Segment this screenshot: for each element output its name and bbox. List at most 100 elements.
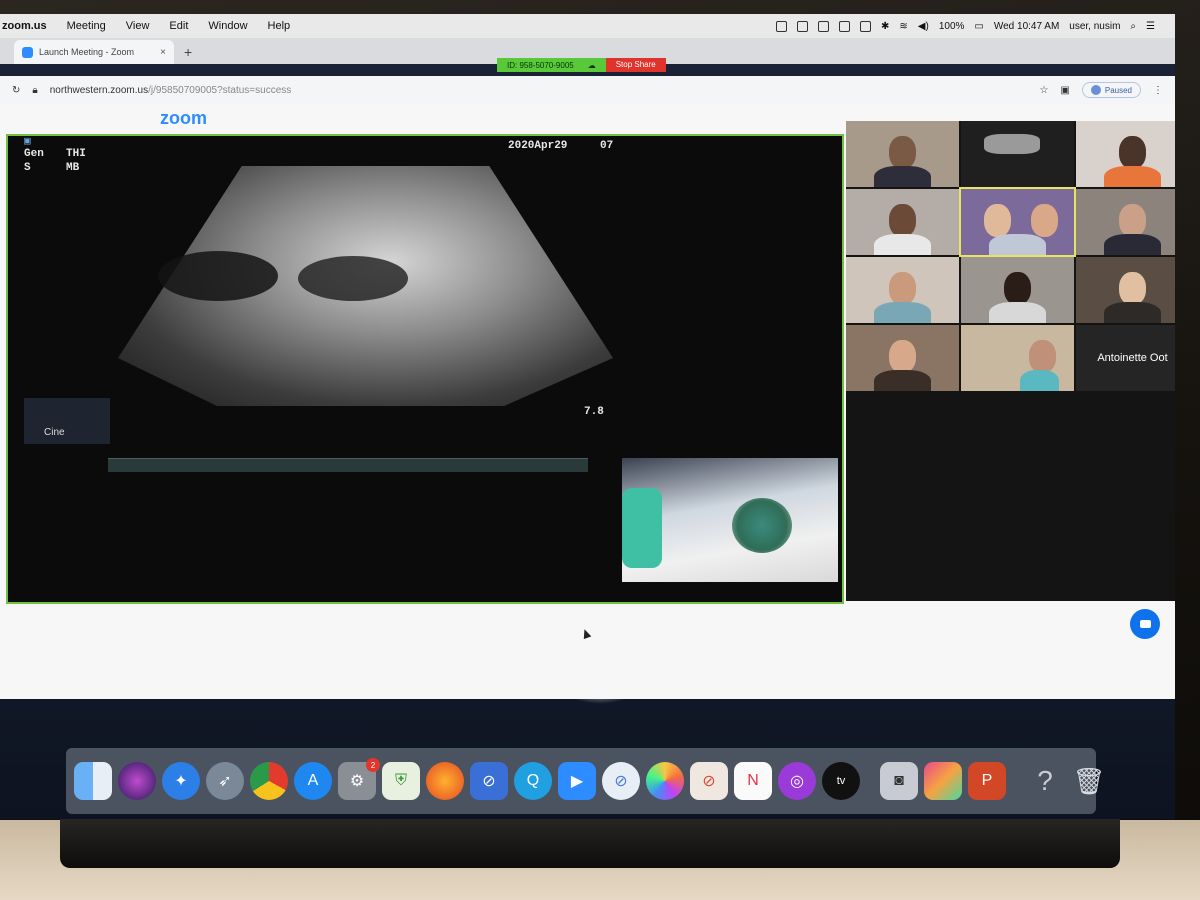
ultrasound-s-label: S bbox=[24, 162, 31, 174]
participant-tile[interactable] bbox=[846, 325, 959, 391]
battery-percent[interactable]: 100% bbox=[939, 21, 965, 32]
participant-body bbox=[1104, 165, 1161, 187]
disabled-app-icon[interactable]: ⊘ bbox=[690, 762, 728, 800]
participant-face bbox=[1118, 135, 1147, 169]
participant-face bbox=[1118, 203, 1147, 237]
url-field[interactable]: northwestern.zoom.us/j/95850709005?statu… bbox=[50, 85, 1028, 96]
quicktime-icon[interactable]: Q bbox=[514, 762, 552, 800]
app-store-icon[interactable]: A bbox=[294, 762, 332, 800]
airplay-icon[interactable] bbox=[860, 20, 872, 32]
shield-tray-icon[interactable] bbox=[797, 20, 809, 32]
participant-tile[interactable] bbox=[1076, 257, 1175, 323]
browser-menu-icon[interactable]: ⋮ bbox=[1153, 85, 1163, 96]
menu-meeting[interactable]: Meeting bbox=[57, 20, 116, 32]
participant-tile-shared-preview[interactable] bbox=[961, 121, 1074, 187]
ultrasound-time: 07 bbox=[600, 140, 614, 152]
menu-help[interactable]: Help bbox=[258, 20, 301, 32]
firefox-icon[interactable] bbox=[426, 762, 464, 800]
safari-icon[interactable]: ✦ bbox=[162, 762, 200, 800]
powerpoint-icon[interactable]: P bbox=[968, 762, 1006, 800]
ultrasound-thi-label: THI bbox=[66, 148, 86, 160]
meeting-id-text: ID: 958-5070-9005 bbox=[507, 60, 574, 70]
volume-icon[interactable]: ◀) bbox=[918, 21, 929, 32]
extension-icon[interactable]: ▣ bbox=[1060, 85, 1069, 96]
zoom-icon[interactable]: ▶ bbox=[558, 762, 596, 800]
menu-edit[interactable]: Edit bbox=[159, 20, 198, 32]
time-machine-icon[interactable] bbox=[839, 20, 851, 32]
zoom-tray-icon[interactable] bbox=[776, 20, 788, 32]
photos-icon[interactable] bbox=[646, 762, 684, 800]
chrome-icon[interactable] bbox=[250, 762, 288, 800]
finder-icon[interactable] bbox=[74, 762, 112, 800]
bluetooth-icon[interactable]: ✱ bbox=[881, 21, 889, 32]
participant-face bbox=[1031, 203, 1059, 237]
podcasts-icon[interactable]: ◎ bbox=[778, 762, 816, 800]
video-app-icon[interactable]: ⊘ bbox=[470, 762, 508, 800]
participant-tile[interactable] bbox=[961, 257, 1074, 323]
url-path: /j/95850709005?status=success bbox=[148, 84, 292, 96]
participant-body bbox=[1104, 233, 1161, 255]
screens-tray-icon[interactable] bbox=[818, 20, 830, 32]
ultrasound-depth: 7.8 bbox=[584, 406, 604, 418]
launchpad-icon[interactable]: ➶ bbox=[206, 762, 244, 800]
cine-label: Cine bbox=[44, 427, 65, 438]
participant-tile-active-speaker[interactable] bbox=[959, 187, 1076, 257]
new-tab-button[interactable]: + bbox=[174, 44, 202, 64]
participant-face bbox=[888, 203, 917, 237]
participant-body bbox=[874, 301, 931, 323]
screen: zoom.us Meeting View Edit Window Help ✱ … bbox=[0, 14, 1175, 819]
screenshot-app-icon[interactable]: ◙ bbox=[880, 762, 918, 800]
menu-view[interactable]: View bbox=[116, 20, 160, 32]
chat-button[interactable] bbox=[1130, 609, 1160, 639]
gloved-hand bbox=[622, 488, 662, 568]
participant-face bbox=[1028, 339, 1056, 373]
bookmark-star-icon[interactable]: ☆ bbox=[1039, 85, 1048, 96]
shield-app-icon[interactable]: ⛨ bbox=[382, 762, 420, 800]
participant-face bbox=[983, 203, 1011, 237]
participant-face bbox=[888, 135, 917, 169]
participant-tile-name-only[interactable]: Antoinette Oot bbox=[1076, 325, 1175, 391]
battery-icon: ▭ bbox=[974, 20, 984, 32]
notification-center-icon[interactable]: ☰ bbox=[1146, 21, 1155, 32]
trash-icon[interactable]: 🗑︎ bbox=[1070, 762, 1108, 800]
tab-launch-meeting[interactable]: Launch Meeting - Zoom × bbox=[14, 40, 174, 64]
tab-close-icon[interactable]: × bbox=[160, 47, 166, 58]
help-question-icon[interactable]: ? bbox=[1026, 762, 1064, 800]
spotlight-search-icon[interactable]: ⌕ bbox=[1130, 21, 1136, 32]
participant-tile[interactable] bbox=[846, 121, 959, 187]
lock-icon[interactable]: 🔒︎ bbox=[32, 85, 37, 96]
dock: ✦ ➶ A ⚙ 2 ⛨ ⊘ Q ▶ ⊘ ⊘ N ◎ tv ◙ P ? 🗑︎ bbox=[66, 748, 1106, 814]
apple-tv-icon[interactable]: tv bbox=[822, 762, 860, 800]
menu-window[interactable]: Window bbox=[198, 20, 257, 32]
participant-tile[interactable] bbox=[961, 325, 1074, 391]
participant-body bbox=[874, 233, 931, 255]
clock[interactable]: Wed 10:47 AM bbox=[994, 21, 1059, 32]
profile-paused-button[interactable]: Paused bbox=[1081, 82, 1141, 98]
ultrasound-gen-label: Gen bbox=[24, 148, 44, 160]
participant-tile[interactable] bbox=[846, 257, 959, 323]
app-menu-name[interactable]: zoom.us bbox=[0, 20, 57, 32]
ultrasound-logo-icon: ▣ bbox=[24, 136, 31, 148]
disabled-app-icon[interactable]: ⊘ bbox=[602, 762, 640, 800]
reload-icon[interactable]: ↻ bbox=[12, 85, 20, 96]
menu-bar: zoom.us Meeting View Edit Window Help ✱ … bbox=[0, 14, 1175, 38]
wifi-icon[interactable]: ≋ bbox=[899, 21, 907, 32]
notification-badge: 2 bbox=[366, 758, 380, 772]
meeting-id-badge[interactable]: ID: 958-5070-9005 ☁ bbox=[497, 58, 606, 72]
address-bar: ↻ 🔒︎ northwestern.zoom.us/j/95850709005?… bbox=[0, 76, 1175, 104]
final-cut-icon[interactable] bbox=[924, 762, 962, 800]
system-preferences-icon[interactable]: ⚙ 2 bbox=[338, 758, 380, 800]
mouse-cursor bbox=[580, 627, 592, 640]
tab-title: Launch Meeting - Zoom bbox=[39, 47, 135, 57]
stop-share-button[interactable]: Stop Share bbox=[605, 58, 666, 72]
participant-tile[interactable] bbox=[846, 189, 959, 255]
participant-tile[interactable] bbox=[1076, 189, 1175, 255]
participant-body bbox=[989, 233, 1046, 255]
participant-tile[interactable] bbox=[1076, 121, 1175, 187]
siri-icon[interactable] bbox=[118, 762, 156, 800]
news-icon[interactable]: N bbox=[734, 762, 772, 800]
share-toolbar: ID: 958-5070-9005 ☁ Stop Share bbox=[497, 58, 666, 72]
shared-screen-view: ▣ Gen THI S MB 2020Apr29 07 7.8 Cine bbox=[6, 134, 844, 604]
user-name[interactable]: user, nusim bbox=[1069, 21, 1120, 32]
participant-face bbox=[1003, 271, 1032, 305]
